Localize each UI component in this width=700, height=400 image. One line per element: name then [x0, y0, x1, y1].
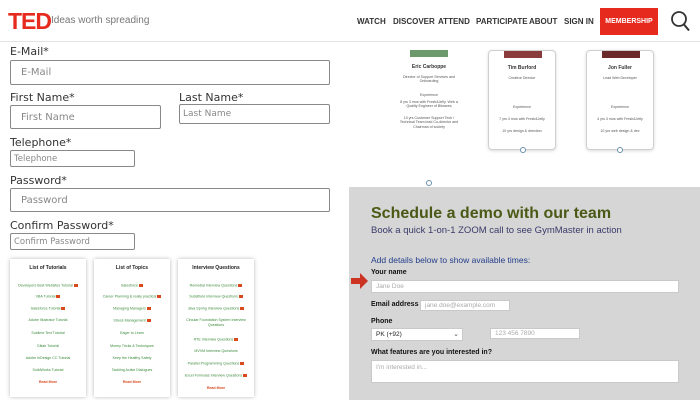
list-item[interactable]: Remedial Interview Questions — [178, 283, 254, 288]
email-label: E-Mail* — [10, 45, 49, 58]
team-extra: 10 yrs design & direction — [502, 129, 542, 133]
list-item[interactable]: Gitlab Tutorial — [10, 344, 86, 349]
team-name: Jon Fuller — [608, 65, 632, 71]
first-name-label: First Name* — [10, 91, 75, 104]
phone-label: Phone — [371, 318, 393, 325]
list-item[interactable]: Excel Formulas Interview Questions — [178, 373, 254, 378]
list-item[interactable]: Money Tricks & Techniques — [94, 344, 170, 349]
team-name: Tim Burford — [507, 65, 537, 71]
nav-watch[interactable]: WATCH — [357, 17, 386, 26]
list-item[interactable]: Keep the Healthy Safety — [94, 356, 170, 361]
demo-panel: Schedule a demo with our team Book a qui… — [349, 187, 700, 400]
demo-subtitle: Book a quick 1-on-1 ZOOM call to see Gym… — [371, 225, 622, 236]
expand-dot-icon[interactable] — [520, 147, 526, 153]
telephone-input[interactable]: Telephone — [10, 150, 135, 167]
list-item[interactable]: Managing Managers — [94, 306, 170, 311]
list-item[interactable]: Stress Management — [94, 318, 170, 323]
team-name: Eric Carboppe — [411, 64, 447, 70]
email-address-input[interactable]: jane.doe@example.com — [420, 300, 510, 311]
team-experience: 4 yrs 3 mos with Fresh&Jelly — [597, 117, 643, 121]
team-section: Experience — [420, 93, 438, 97]
demo-title: Schedule a demo with our team — [371, 205, 612, 222]
list-item[interactable]: Substitute Interview Questions — [178, 294, 254, 299]
chevron-down-icon: ⌄ — [453, 331, 459, 338]
tagline: Ideas worth spreading — [51, 15, 150, 26]
password-input[interactable]: Password — [10, 188, 330, 212]
membership-button[interactable]: MEMBERSHIP — [600, 8, 658, 35]
list-item[interactable]: Circular Foundation System Interview Que… — [178, 318, 254, 327]
country-code-select[interactable]: PK (+92) ⌄ — [371, 328, 463, 341]
features-label: What features are you interested in? — [371, 349, 492, 356]
confirm-password-label: Confirm Password* — [10, 219, 114, 232]
team-card-jon: Jon Fuller Lead Web Developer Experience… — [586, 50, 654, 150]
list-item[interactable]: Eager to Learn — [94, 331, 170, 336]
read-more-link[interactable]: Read More — [10, 380, 86, 384]
box-title: List of Topics — [115, 265, 149, 271]
team-experience: 7 yrs 4 mos with Fresh&Jelly — [499, 117, 545, 121]
team-card-tim: Tim Burford Creative Director Experience… — [488, 50, 556, 150]
demo-section-heading: Add details below to show available time… — [371, 255, 531, 265]
team-photo — [504, 51, 542, 58]
list-item[interactable]: Adobe InDesign CC Tutorial — [10, 356, 86, 361]
first-name-input[interactable]: First Name — [10, 105, 161, 129]
your-name-input[interactable]: Jane Doe — [371, 280, 679, 293]
team-experience: 8 yrs 3 mos with Fresh&Jelly. Web a Qual… — [400, 100, 458, 109]
site-header: TED Ideas worth spreading WATCH DISCOVER… — [0, 0, 700, 42]
team-role: Lead Web Developer — [603, 76, 637, 80]
page: TED Ideas worth spreading WATCH DISCOVER… — [0, 0, 700, 400]
expand-dot-icon[interactable] — [617, 147, 623, 153]
read-more-link[interactable]: Read More — [94, 380, 170, 384]
list-item[interactable]: Salesforce Tutorial — [10, 306, 86, 311]
your-name-label: Your name — [371, 269, 407, 276]
list-item[interactable]: Career Planning is really practical — [94, 294, 170, 299]
list-item[interactable]: MVVM Interview Questions — [178, 349, 254, 354]
last-name-input[interactable]: Last Name — [179, 104, 330, 124]
list-item[interactable]: Adobe Illustrator Tutorial — [10, 318, 86, 323]
nav-about[interactable]: ABOUT — [529, 17, 557, 26]
team-card-eric: Eric Carboppe Director of Support Servic… — [396, 50, 462, 142]
list-item[interactable]: Developers Best Websites Tutorial — [10, 283, 86, 288]
list-item[interactable]: Java Spring Interview Questions — [178, 306, 254, 311]
box-title: List of Tutorials — [29, 265, 67, 271]
tutorials-box: List of Tutorials Developers Best Websit… — [10, 259, 86, 397]
box-title: Interview Questions — [192, 265, 240, 271]
topics-box: List of Topics Salesforce Career Plannin… — [94, 259, 170, 397]
list-item[interactable]: Tackling Active Dialogues — [94, 368, 170, 373]
team-section: Experience — [611, 105, 629, 109]
phone-input[interactable]: 123 456 7890 — [490, 328, 580, 339]
nav-sign-in[interactable]: SIGN IN — [564, 17, 594, 26]
expand-dot-icon[interactable] — [426, 180, 432, 186]
ted-logo[interactable]: TED — [8, 8, 52, 35]
email-input[interactable]: E-Mail — [10, 60, 330, 85]
list-item[interactable]: Sublime Text Tutorial — [10, 331, 86, 336]
list-item[interactable]: Parallel Programming Questions — [178, 361, 254, 366]
features-textarea[interactable]: I'm interested in... — [371, 360, 679, 383]
list-item[interactable]: SolidWorks Tutorial — [10, 368, 86, 373]
list-item[interactable]: Salesforce — [94, 283, 170, 288]
search-icon[interactable] — [670, 10, 690, 32]
confirm-password-input[interactable]: Confirm Password — [10, 233, 135, 250]
team-extra: 10 yrs Customer Support Tech / Technical… — [399, 116, 459, 129]
list-item[interactable]: VBA Tutorial — [10, 294, 86, 299]
interview-questions-box: Interview Questions Remedial Interview Q… — [178, 259, 254, 397]
nav-participate[interactable]: PARTICIPATE — [476, 17, 528, 26]
team-extra: 10 yrs web design & dev — [600, 129, 640, 133]
team-section: Experience — [513, 105, 531, 109]
team-photo — [602, 51, 640, 58]
team-role: Creative Director — [508, 76, 536, 80]
nav-attend[interactable]: ATTEND — [438, 17, 470, 26]
team-photo — [410, 50, 448, 57]
email-address-label: Email address — [371, 301, 419, 308]
team-role: Director of Support Services and Onboard… — [403, 75, 455, 84]
password-label: Password* — [10, 174, 67, 187]
telephone-label: Telephone* — [10, 136, 72, 149]
last-name-label: Last Name* — [179, 91, 244, 104]
list-item[interactable]: RTE Interview Questions — [178, 337, 254, 342]
arrow-right-icon — [351, 273, 368, 289]
nav-discover[interactable]: DISCOVER — [393, 17, 435, 26]
read-more-link[interactable]: Read More — [178, 386, 254, 390]
